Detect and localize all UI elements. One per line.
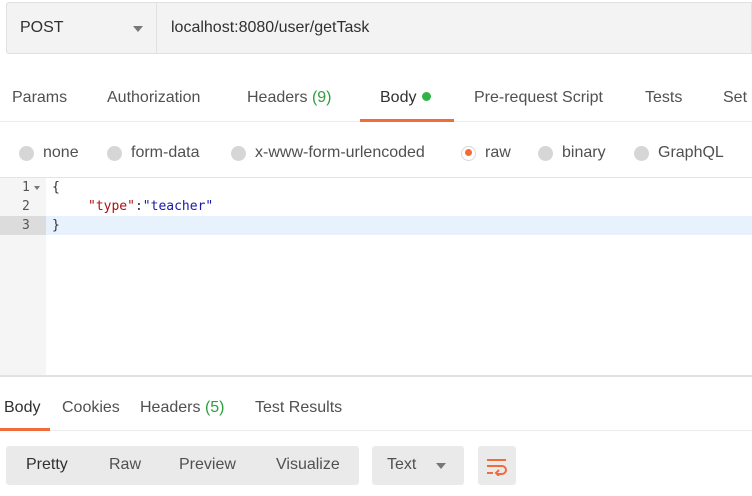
tab-label: Pre-request Script [474, 89, 603, 106]
tab-label: Body [380, 89, 417, 106]
request-tabs: Params Authorization Headers (9) Body Pr… [0, 76, 752, 122]
response-tab-body[interactable]: Body [4, 399, 40, 417]
response-tabs: Body Cookies Headers (5) Test Results [0, 396, 752, 431]
format-select-value: Text [387, 456, 417, 473]
json-separator: : [134, 199, 143, 214]
line-code: { [52, 180, 60, 195]
url-text: localhost:8080/user/getTask [171, 19, 370, 36]
headers-count: (9) [311, 89, 332, 106]
view-raw-button[interactable]: Raw [109, 456, 141, 474]
request-url-bar: POST localhost:8080/user/getTask [6, 2, 752, 54]
editor-line: 1 { [0, 178, 752, 197]
active-tab-indicator [360, 119, 454, 122]
line-code: } [52, 218, 60, 233]
radio-label: none [43, 144, 79, 161]
radio-label: GraphQL [658, 144, 724, 161]
body-type-radio-group: none form-data x-www-form-urlencoded raw… [0, 138, 752, 168]
line-number: 3 [0, 216, 46, 235]
json-key: "type" [88, 199, 135, 214]
response-tab-test-results[interactable]: Test Results [255, 399, 342, 417]
radio-selected-icon [461, 145, 476, 161]
wrap-lines-icon [487, 458, 507, 476]
url-input[interactable]: localhost:8080/user/getTask [156, 2, 752, 54]
tab-label: Headers [247, 89, 308, 106]
tab-label: Authorization [107, 89, 201, 106]
radio-circle-icon [231, 145, 246, 161]
status-dot-icon [422, 92, 432, 101]
response-view-segmented: Pretty Raw Preview Visualize [6, 446, 359, 485]
radio-circle-icon [538, 145, 553, 161]
radio-label: x-www-form-urlencoded [255, 144, 425, 161]
radio-label: binary [562, 144, 606, 161]
tab-body[interactable]: Body [380, 89, 432, 107]
json-value: "teacher" [142, 199, 214, 214]
view-pretty-button[interactable]: Pretty [26, 456, 68, 474]
radio-binary[interactable]: binary [538, 138, 606, 168]
line-code: "type":"teacher" [88, 197, 213, 216]
tab-label: Test Results [255, 399, 343, 416]
tab-pre-request-script[interactable]: Pre-request Script [474, 89, 603, 107]
format-select[interactable]: Text [372, 446, 464, 485]
chevron-down-icon [133, 26, 143, 32]
chevron-down-icon [436, 463, 446, 469]
headers-count: (5) [204, 399, 225, 416]
tab-label: Set [723, 89, 748, 106]
method-select[interactable]: POST [6, 2, 156, 54]
radio-raw[interactable]: raw [461, 138, 511, 168]
tab-settings[interactable]: Set [723, 89, 747, 107]
tab-tests[interactable]: Tests [645, 89, 682, 107]
tab-params[interactable]: Params [12, 89, 67, 107]
pane-divider[interactable] [0, 375, 752, 377]
method-label: POST [20, 19, 64, 36]
tab-headers[interactable]: Headers (9) [247, 89, 332, 107]
view-preview-button[interactable]: Preview [179, 456, 236, 474]
tab-authorization[interactable]: Authorization [107, 89, 200, 107]
radio-circle-icon [634, 145, 649, 161]
body-code-editor[interactable]: 1 { 2 "type":"teacher" 3 } [0, 177, 752, 376]
fold-arrow-icon[interactable] [34, 186, 40, 190]
response-tab-cookies[interactable]: Cookies [62, 399, 120, 417]
line-number: 2 [22, 199, 30, 214]
view-visualize-button[interactable]: Visualize [276, 456, 340, 474]
tab-label: Tests [645, 89, 683, 106]
tab-label: Body [4, 399, 41, 416]
radio-circle-icon [19, 145, 34, 161]
radio-circle-icon [107, 145, 122, 161]
radio-x-www-form-urlencoded[interactable]: x-www-form-urlencoded [231, 138, 425, 168]
radio-none[interactable]: none [19, 138, 79, 168]
radio-label: form-data [131, 144, 200, 161]
response-tab-headers[interactable]: Headers (5) [140, 399, 225, 417]
tab-label: Params [12, 89, 68, 106]
radio-graphql[interactable]: GraphQL [634, 138, 724, 168]
tab-label: Cookies [62, 399, 120, 416]
editor-line: 2 "type":"teacher" [0, 197, 752, 216]
wrap-lines-button[interactable] [478, 446, 516, 485]
active-response-tab-indicator [0, 428, 50, 431]
radio-label: raw [485, 144, 511, 161]
editor-line-active: 3 } [0, 216, 752, 235]
tab-label: Headers [140, 399, 201, 416]
radio-form-data[interactable]: form-data [107, 138, 199, 168]
